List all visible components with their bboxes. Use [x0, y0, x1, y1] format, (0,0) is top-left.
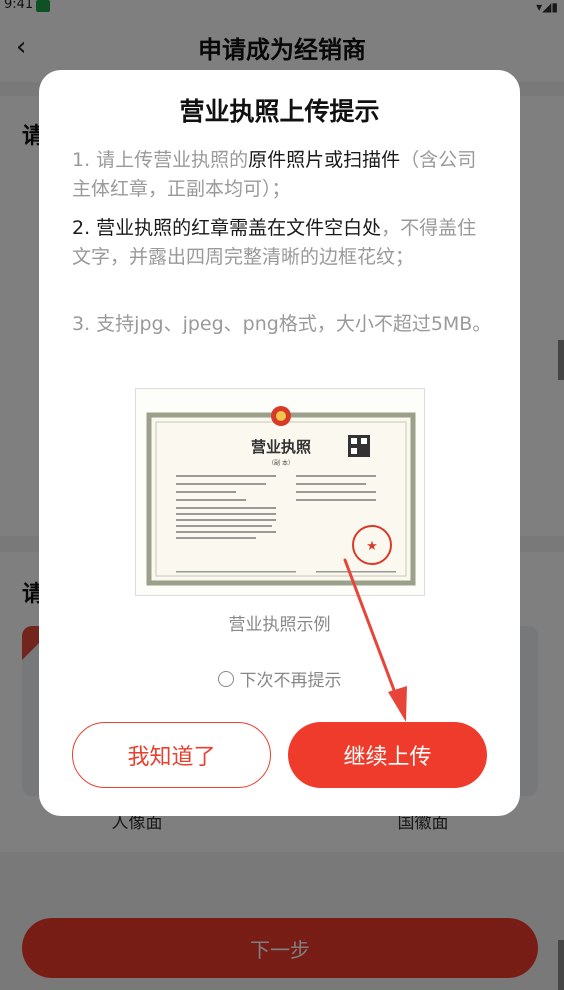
svg-text:★: ★: [366, 539, 378, 554]
tip-1-emphasis: 原件照片或扫描件: [248, 149, 401, 171]
dont-show-again-option[interactable]: 下次不再提示: [39, 666, 520, 691]
tip-3: 3. 支持jpg、jpeg、png格式，大小不超过5MB。: [72, 313, 492, 335]
upload-tips-dialog: 营业执照上传提示 1. 请上传营业执照的原件照片或扫描件（含公司主体红章，正副本…: [39, 70, 520, 816]
tip-2-emphasis: 2. 营业执照的红章需盖在文件空白处: [72, 217, 382, 239]
tip-1-prefix: 1. 请上传营业执照的: [72, 149, 249, 171]
got-it-button[interactable]: 我知道了: [72, 722, 271, 788]
business-license-sample-image: 营业执照 （副 本） ★: [135, 388, 425, 596]
license-title: 营业执照: [251, 438, 311, 456]
dialog-title: 营业执照上传提示: [179, 97, 380, 126]
tip-1: 1. 请上传营业执照的原件照片或扫描件（含公司主体红章，正副本均可）；: [72, 146, 492, 204]
sample-caption: 营业执照示例: [228, 615, 331, 635]
license-illustration: 营业执照 （副 本） ★: [146, 406, 416, 586]
continue-upload-button[interactable]: 继续上传: [288, 722, 487, 788]
radio-unchecked-icon[interactable]: [217, 670, 234, 687]
dont-show-again-label: 下次不再提示: [239, 671, 342, 691]
license-copy-type: （副 本）: [268, 459, 294, 467]
tip-2: 2. 营业执照的红章需盖在文件空白处，不得盖住文字，并露出四周完整清晰的边框花纹…: [72, 214, 492, 272]
